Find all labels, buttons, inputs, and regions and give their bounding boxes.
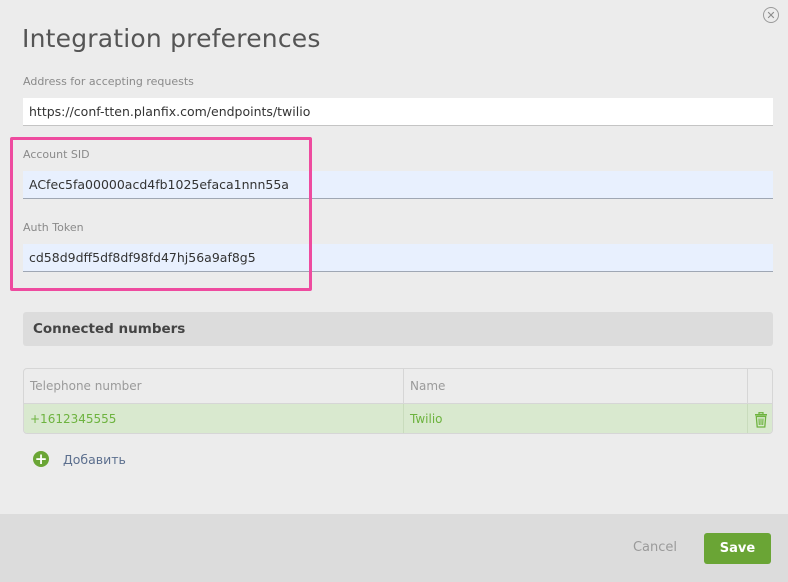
phone-number-cell[interactable]: +1612345555	[24, 404, 404, 433]
dialog-footer: Cancel Save	[0, 514, 788, 582]
address-label: Address for accepting requests	[23, 75, 194, 88]
column-header-actions	[748, 369, 772, 404]
cancel-button[interactable]: Cancel	[626, 533, 684, 563]
integration-preferences-dialog: ✕ Integration preferences Address for ac…	[0, 0, 788, 582]
auth-token-label: Auth Token	[23, 221, 84, 234]
trash-icon	[755, 411, 767, 428]
account-sid-label: Account SID	[23, 148, 90, 161]
table-header-row: Telephone number Name	[24, 369, 772, 404]
add-number-button[interactable]: + Добавить	[33, 450, 126, 468]
address-field[interactable]: https://conf-tten.planfix.com/endpoints/…	[23, 98, 773, 126]
plus-circle-icon: +	[33, 450, 49, 468]
add-number-label: Добавить	[63, 451, 126, 467]
name-cell[interactable]: Twilio	[404, 404, 748, 433]
table-row[interactable]: +1612345555 Twilio	[24, 404, 772, 433]
delete-row-button[interactable]	[748, 404, 772, 433]
account-sid-field[interactable]: ACfec5fa00000acd4fb1025efaca1nnn55a	[23, 171, 773, 199]
close-icon[interactable]: ✕	[763, 7, 779, 23]
save-button[interactable]: Save	[704, 533, 771, 564]
auth-token-field[interactable]: cd58d9dff5df8df98fd47hj56a9af8g5	[23, 244, 773, 272]
dialog-title: Integration preferences	[22, 24, 321, 53]
column-header-telephone: Telephone number	[24, 369, 404, 404]
connected-numbers-table: Telephone number Name +1612345555 Twilio	[23, 368, 773, 434]
connected-numbers-header: Connected numbers	[23, 312, 773, 346]
column-header-name: Name	[404, 369, 748, 404]
